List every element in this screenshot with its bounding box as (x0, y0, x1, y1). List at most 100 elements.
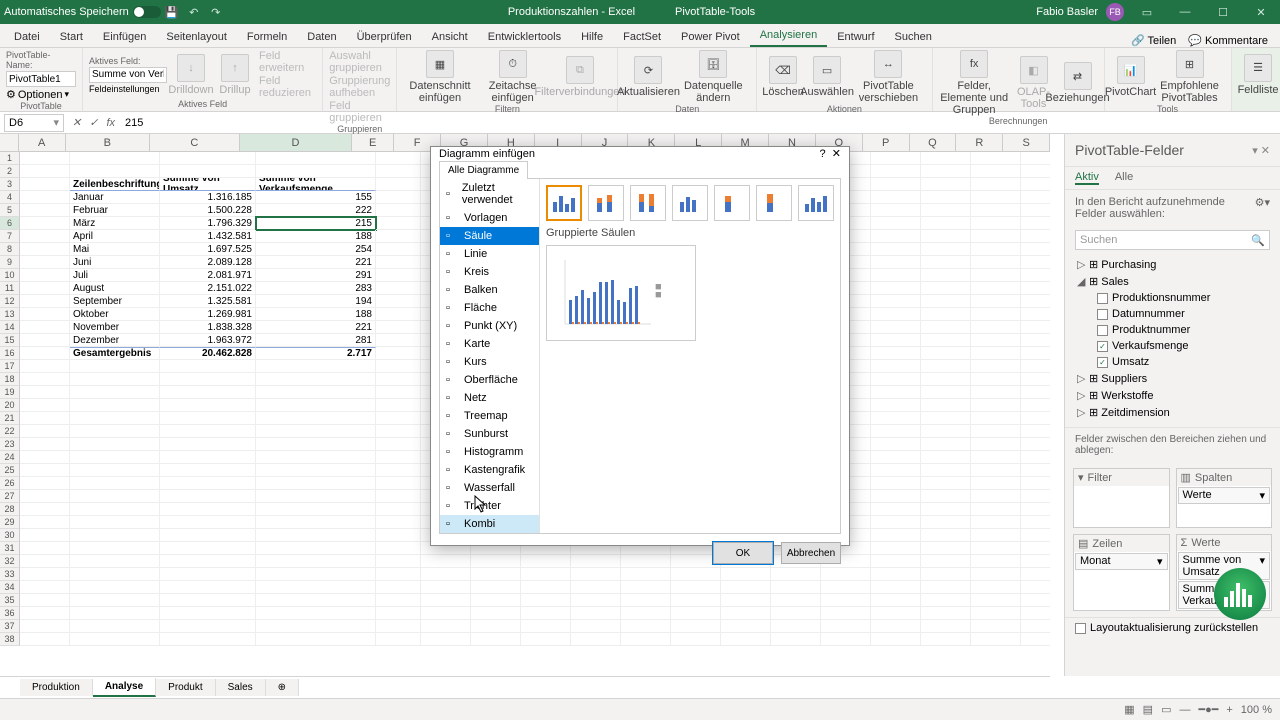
undo-icon[interactable]: ↶ (185, 3, 203, 21)
row-header-24[interactable]: 24 (0, 451, 20, 464)
row-header-8[interactable]: 8 (0, 243, 20, 256)
relations-button[interactable]: ⇄Beziehungen (1058, 62, 1098, 104)
row-header-37[interactable]: 37 (0, 620, 20, 633)
tab-datei[interactable]: Datei (4, 27, 50, 47)
field-checkbox[interactable] (1097, 341, 1108, 352)
tab-suchen[interactable]: Suchen (885, 27, 942, 47)
sheet-tab-produkt[interactable]: Produkt (156, 679, 215, 696)
chart-category-netz[interactable]: ▫Netz (440, 389, 539, 407)
select-all[interactable] (0, 134, 19, 151)
field-produktionsnummer[interactable]: Produktionsnummer (1069, 290, 1276, 306)
area-item[interactable]: Werte▾ (1178, 487, 1271, 504)
chart-category-treemap[interactable]: ▫Treemap (440, 407, 539, 425)
tab-hilfe[interactable]: Hilfe (571, 27, 613, 47)
row-header-19[interactable]: 19 (0, 386, 20, 399)
pane-menu-icon[interactable]: ▾ (1252, 145, 1258, 157)
change-source-button[interactable]: 🗄Datenquelle ändern (677, 50, 751, 104)
subtype-stacked-column[interactable] (588, 185, 624, 221)
avatar[interactable]: FB (1106, 3, 1124, 21)
row-header-16[interactable]: 16 (0, 347, 20, 360)
tab-ansicht[interactable]: Ansicht (422, 27, 478, 47)
row-header-22[interactable]: 22 (0, 425, 20, 438)
row-header-28[interactable]: 28 (0, 503, 20, 516)
row-header-36[interactable]: 36 (0, 607, 20, 620)
row-header-15[interactable]: 15 (0, 334, 20, 347)
row-header-31[interactable]: 31 (0, 542, 20, 555)
field-datumnummer[interactable]: Datumnummer (1069, 306, 1276, 322)
redo-icon[interactable]: ↷ (207, 3, 225, 21)
tab-daten[interactable]: Daten (297, 27, 346, 47)
field-group-suppliers[interactable]: ▷⊞ Suppliers (1069, 370, 1276, 387)
sheet-tab-produktion[interactable]: Produktion (20, 679, 93, 696)
row-header-20[interactable]: 20 (0, 399, 20, 412)
row-header-11[interactable]: 11 (0, 282, 20, 295)
chart-category-karte[interactable]: ▫Karte (440, 335, 539, 353)
columns-area[interactable]: ▥SpaltenWerte▾ (1176, 468, 1273, 528)
row-header-12[interactable]: 12 (0, 295, 20, 308)
confirm-formula-icon[interactable]: ✓ (85, 116, 102, 129)
dialog-tab-all[interactable]: Alle Diagramme (439, 161, 528, 179)
cancel-formula-icon[interactable]: ✕ (68, 116, 85, 129)
view-layout-icon[interactable]: ▤ (1143, 703, 1153, 716)
row-header-10[interactable]: 10 (0, 269, 20, 282)
row-header-9[interactable]: 9 (0, 256, 20, 269)
subtype-3d-100[interactable] (756, 185, 792, 221)
row-header-38[interactable]: 38 (0, 633, 20, 646)
zoom-slider[interactable]: ━●━ (1198, 703, 1218, 716)
chart-category-wasserfall[interactable]: ▫Wasserfall (440, 479, 539, 497)
move-pt-button[interactable]: ↔PivotTable verschieben (851, 50, 926, 104)
dialog-close-icon[interactable]: ✕ (832, 148, 841, 160)
field-group-werkstoffe[interactable]: ▷⊞ Werkstoffe (1069, 387, 1276, 404)
col-header-D[interactable]: D (240, 134, 352, 151)
chart-category-kreis[interactable]: ▫Kreis (440, 263, 539, 281)
ok-button[interactable]: OK (713, 542, 773, 564)
ribbon-display-icon[interactable]: ▭ (1132, 0, 1162, 24)
share-button[interactable]: 🔗 Teilen (1131, 34, 1176, 47)
tab-analysieren[interactable]: Analysieren (750, 25, 827, 47)
view-break-icon[interactable]: ▭ (1161, 703, 1171, 716)
row-header-17[interactable]: 17 (0, 360, 20, 373)
row-header-33[interactable]: 33 (0, 568, 20, 581)
row-header-4[interactable]: 4 (0, 191, 20, 204)
pane-tab-active[interactable]: Aktiv (1075, 171, 1099, 185)
filter-area[interactable]: ▾Filter (1073, 468, 1170, 528)
chart-category-trichter[interactable]: ▫Trichter (440, 497, 539, 515)
slicer-button[interactable]: ▦Datenschnitt einfügen (403, 50, 476, 104)
row-header-35[interactable]: 35 (0, 594, 20, 607)
formula-input[interactable]: 215 (119, 117, 1280, 129)
col-header-P[interactable]: P (863, 134, 910, 151)
options-label[interactable]: Optionen (18, 89, 63, 101)
pt-name-input[interactable] (6, 71, 76, 87)
subtype-3d-column[interactable] (798, 185, 834, 221)
col-header-S[interactable]: S (1003, 134, 1050, 151)
chart-category-vorlagen[interactable]: ▫Vorlagen (440, 209, 539, 227)
chart-category-balken[interactable]: ▫Balken (440, 281, 539, 299)
field-group-purchasing[interactable]: ▷⊞ Purchasing (1069, 256, 1276, 273)
chart-category-zuletztverwendet[interactable]: ▫Zuletzt verwendet (440, 179, 539, 209)
row-header-13[interactable]: 13 (0, 308, 20, 321)
name-box[interactable]: D6▾ (4, 114, 64, 132)
row-header-7[interactable]: 7 (0, 230, 20, 243)
tab-überprüfen[interactable]: Überprüfen (347, 27, 422, 47)
chart-category-kurs[interactable]: ▫Kurs (440, 353, 539, 371)
row-header-29[interactable]: 29 (0, 516, 20, 529)
rows-area[interactable]: ▤ZeilenMonat▾ (1073, 534, 1170, 611)
defer-checkbox[interactable] (1075, 623, 1086, 634)
subtype-3d-stacked[interactable] (714, 185, 750, 221)
sheet-tab-sales[interactable]: Sales (216, 679, 266, 696)
field-settings[interactable]: Feldeinstellungen (89, 84, 167, 94)
tab-einfügen[interactable]: Einfügen (93, 27, 156, 47)
subtype-clustered-column[interactable] (546, 185, 582, 221)
sheet-tab-analyse[interactable]: Analyse (93, 678, 156, 697)
field-verkaufsmenge[interactable]: Verkaufsmenge (1069, 338, 1276, 354)
row-header-23[interactable]: 23 (0, 438, 20, 451)
row-header-1[interactable]: 1 (0, 152, 20, 165)
field-checkbox[interactable] (1097, 357, 1108, 368)
chart-category-oberflche[interactable]: ▫Oberfläche (440, 371, 539, 389)
row-header-34[interactable]: 34 (0, 581, 20, 594)
area-item[interactable]: Monat▾ (1075, 553, 1168, 570)
recommended-pt-button[interactable]: ⊞Empfohlene PivotTables (1155, 50, 1225, 104)
fields-items-button[interactable]: fxFelder, Elemente und Gruppen (939, 50, 1010, 116)
dialog-help-icon[interactable]: ? (820, 148, 826, 160)
tab-seitenlayout[interactable]: Seitenlayout (156, 27, 237, 47)
